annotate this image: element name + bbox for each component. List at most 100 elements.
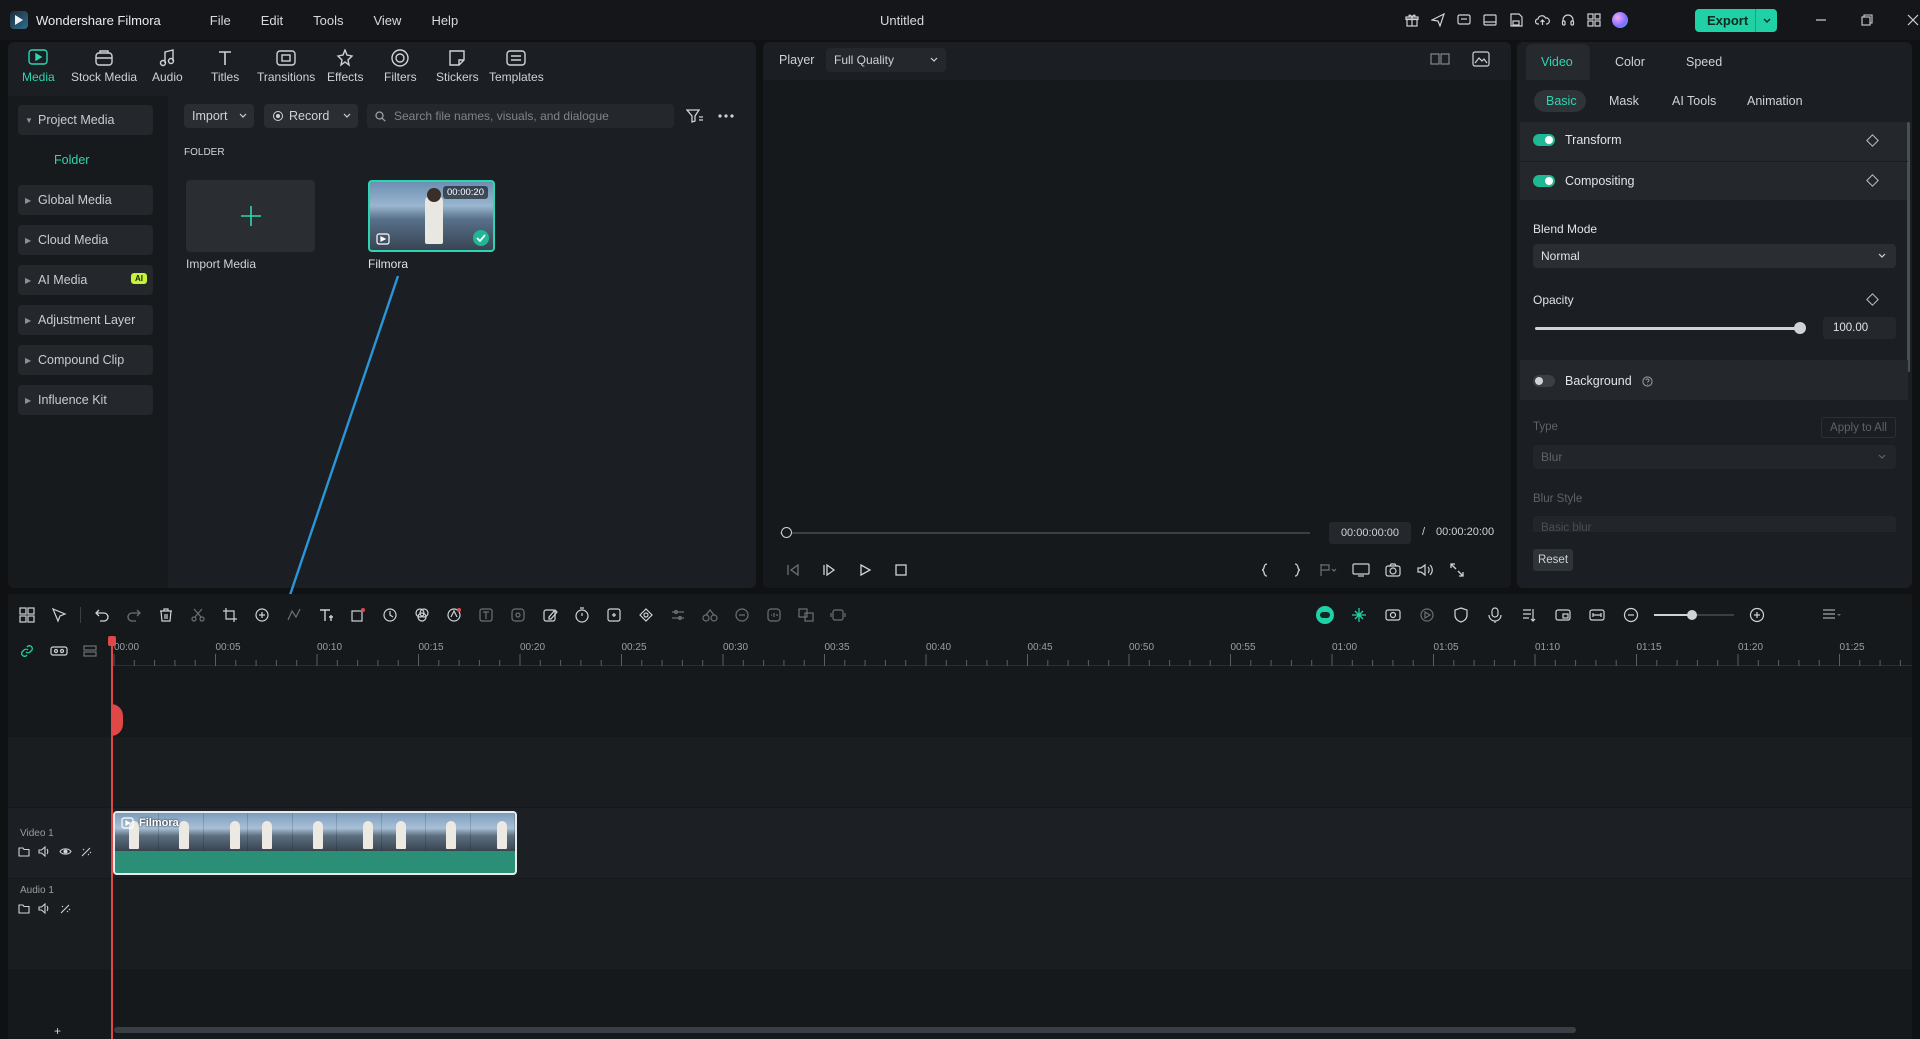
add-track-button[interactable]: + — [54, 1024, 61, 1038]
menu-file[interactable]: File — [195, 13, 246, 28]
sidebar-item-ai-media[interactable]: ▶ AI Media AI — [18, 265, 153, 295]
microphone-icon[interactable] — [1484, 604, 1506, 626]
picture-in-picture-icon[interactable] — [1552, 604, 1574, 626]
subtab-mask[interactable]: Mask — [1609, 94, 1639, 108]
duration-icon[interactable] — [379, 604, 401, 626]
zoom-out-icon[interactable] — [1620, 604, 1642, 626]
import-dropdown[interactable]: Import — [184, 104, 254, 128]
volume-icon[interactable] — [38, 846, 51, 857]
more-options-icon[interactable] — [717, 108, 735, 124]
sidebar-item-global-media[interactable]: ▶ Global Media — [18, 185, 153, 215]
menu-tools[interactable]: Tools — [298, 13, 358, 28]
stop-icon[interactable] — [890, 559, 912, 581]
motion-tracking-icon[interactable] — [507, 604, 529, 626]
timer-icon[interactable] — [571, 604, 593, 626]
feedback-icon[interactable] — [1455, 11, 1473, 29]
filter-sort-icon[interactable] — [686, 108, 704, 124]
prev-frame-icon[interactable] — [782, 559, 804, 581]
current-time-field[interactable]: 00:00:00:00 — [1329, 522, 1411, 544]
record-voice-off-icon[interactable] — [1416, 604, 1438, 626]
tab-media[interactable]: Media — [22, 46, 55, 84]
step-play-icon[interactable] — [818, 559, 840, 581]
send-icon[interactable] — [1429, 11, 1447, 29]
color-palette-icon[interactable] — [411, 604, 433, 626]
image-icon[interactable] — [1472, 51, 1490, 67]
tab-templates[interactable]: Templates — [489, 46, 544, 84]
cloud-upload-icon[interactable] — [1533, 11, 1551, 29]
text-to-speech-icon[interactable] — [475, 604, 497, 626]
close-icon[interactable] — [1904, 11, 1920, 29]
select-tool-icon[interactable] — [48, 604, 70, 626]
track-manager-icon[interactable] — [50, 644, 68, 658]
subtab-animation[interactable]: Animation — [1747, 94, 1803, 108]
opacity-slider-handle[interactable] — [1794, 322, 1806, 334]
mark-in-icon[interactable] — [1254, 559, 1276, 581]
redo-icon[interactable] — [123, 604, 145, 626]
delete-icon[interactable] — [155, 604, 177, 626]
save-icon[interactable] — [1507, 11, 1525, 29]
import-media-tile[interactable] — [186, 180, 315, 252]
sidebar-item-adjustment-layer[interactable]: ▶ Adjustment Layer — [18, 305, 153, 335]
ai-assistant-icon[interactable] — [1314, 604, 1336, 626]
keyframe-diamond-icon[interactable] — [1866, 293, 1879, 306]
eye-icon[interactable] — [59, 846, 72, 857]
help-icon[interactable] — [1642, 375, 1653, 387]
tab-titles[interactable]: Titles — [211, 46, 239, 84]
audio-track-lane[interactable] — [8, 879, 1912, 969]
display-icon[interactable] — [1350, 559, 1372, 581]
tab-color[interactable]: Color — [1615, 55, 1645, 69]
reset-button[interactable]: Reset — [1533, 549, 1573, 571]
zoom-slider[interactable] — [1654, 607, 1734, 623]
track-height-icon[interactable] — [1820, 604, 1842, 626]
tab-filters[interactable]: Filters — [384, 46, 417, 84]
keyframe-diamond-icon[interactable] — [1866, 174, 1879, 187]
zoom-in-icon[interactable] — [1746, 604, 1768, 626]
fit-timeline-icon[interactable] — [1586, 604, 1608, 626]
render-preview-icon[interactable] — [1382, 604, 1404, 626]
avatar[interactable] — [1611, 11, 1629, 29]
menu-help[interactable]: Help — [416, 13, 473, 28]
sidebar-item-compound-clip[interactable]: ▶ Compound Clip — [18, 345, 153, 375]
mute-wand-icon[interactable] — [59, 903, 72, 914]
sidebar-item-influence-kit[interactable]: ▶ Influence Kit — [18, 385, 153, 415]
silence-detect-icon[interactable] — [763, 604, 785, 626]
tab-audio[interactable]: Audio — [152, 46, 183, 84]
playback-progress-track[interactable] — [780, 532, 1310, 534]
folder-icon[interactable] — [18, 846, 30, 857]
subtab-basic[interactable]: Basic — [1546, 94, 1577, 108]
layout-icon[interactable] — [1481, 11, 1499, 29]
play-icon[interactable] — [854, 559, 876, 581]
auto-reframe-icon[interactable] — [603, 604, 625, 626]
tab-stock-media[interactable]: Stock Media — [71, 46, 137, 84]
quality-dropdown[interactable]: Full Quality — [826, 48, 946, 72]
tab-transitions[interactable]: Transitions — [257, 46, 315, 84]
search-input[interactable]: Search file names, visuals, and dialogue — [367, 104, 674, 128]
menu-view[interactable]: View — [358, 13, 416, 28]
snapshot-icon[interactable] — [1382, 559, 1404, 581]
audio-adjust-icon[interactable] — [667, 604, 689, 626]
compositing-toggle[interactable] — [1533, 175, 1555, 187]
keyframe-diamond-icon[interactable] — [1866, 134, 1879, 147]
volume-icon[interactable] — [38, 903, 51, 914]
opacity-value-field[interactable]: 100.00 — [1823, 317, 1896, 339]
add-track-icon[interactable] — [82, 644, 98, 658]
volume-icon[interactable] — [1414, 559, 1436, 581]
crop-icon[interactable] — [219, 604, 241, 626]
edit-icon[interactable] — [539, 604, 561, 626]
gift-icon[interactable] — [1403, 11, 1421, 29]
apply-to-all-button[interactable]: Apply to All — [1821, 417, 1896, 438]
stabilize-icon[interactable] — [699, 604, 721, 626]
folder-icon[interactable] — [18, 903, 30, 914]
tab-video[interactable]: Video — [1541, 55, 1573, 69]
transform-toggle[interactable] — [1533, 134, 1555, 146]
green-screen-icon[interactable] — [731, 604, 753, 626]
minimize-icon[interactable] — [1812, 11, 1830, 29]
translate-icon[interactable] — [795, 604, 817, 626]
support-icon[interactable] — [1559, 11, 1577, 29]
restore-icon[interactable] — [1858, 11, 1876, 29]
record-dropdown[interactable]: Record — [264, 104, 358, 128]
subtab-ai-tools[interactable]: AI Tools — [1672, 94, 1716, 108]
sidebar-item-project-media[interactable]: ▼ Project Media — [18, 105, 153, 135]
text-tool-icon[interactable] — [315, 604, 337, 626]
split-icon[interactable] — [187, 604, 209, 626]
